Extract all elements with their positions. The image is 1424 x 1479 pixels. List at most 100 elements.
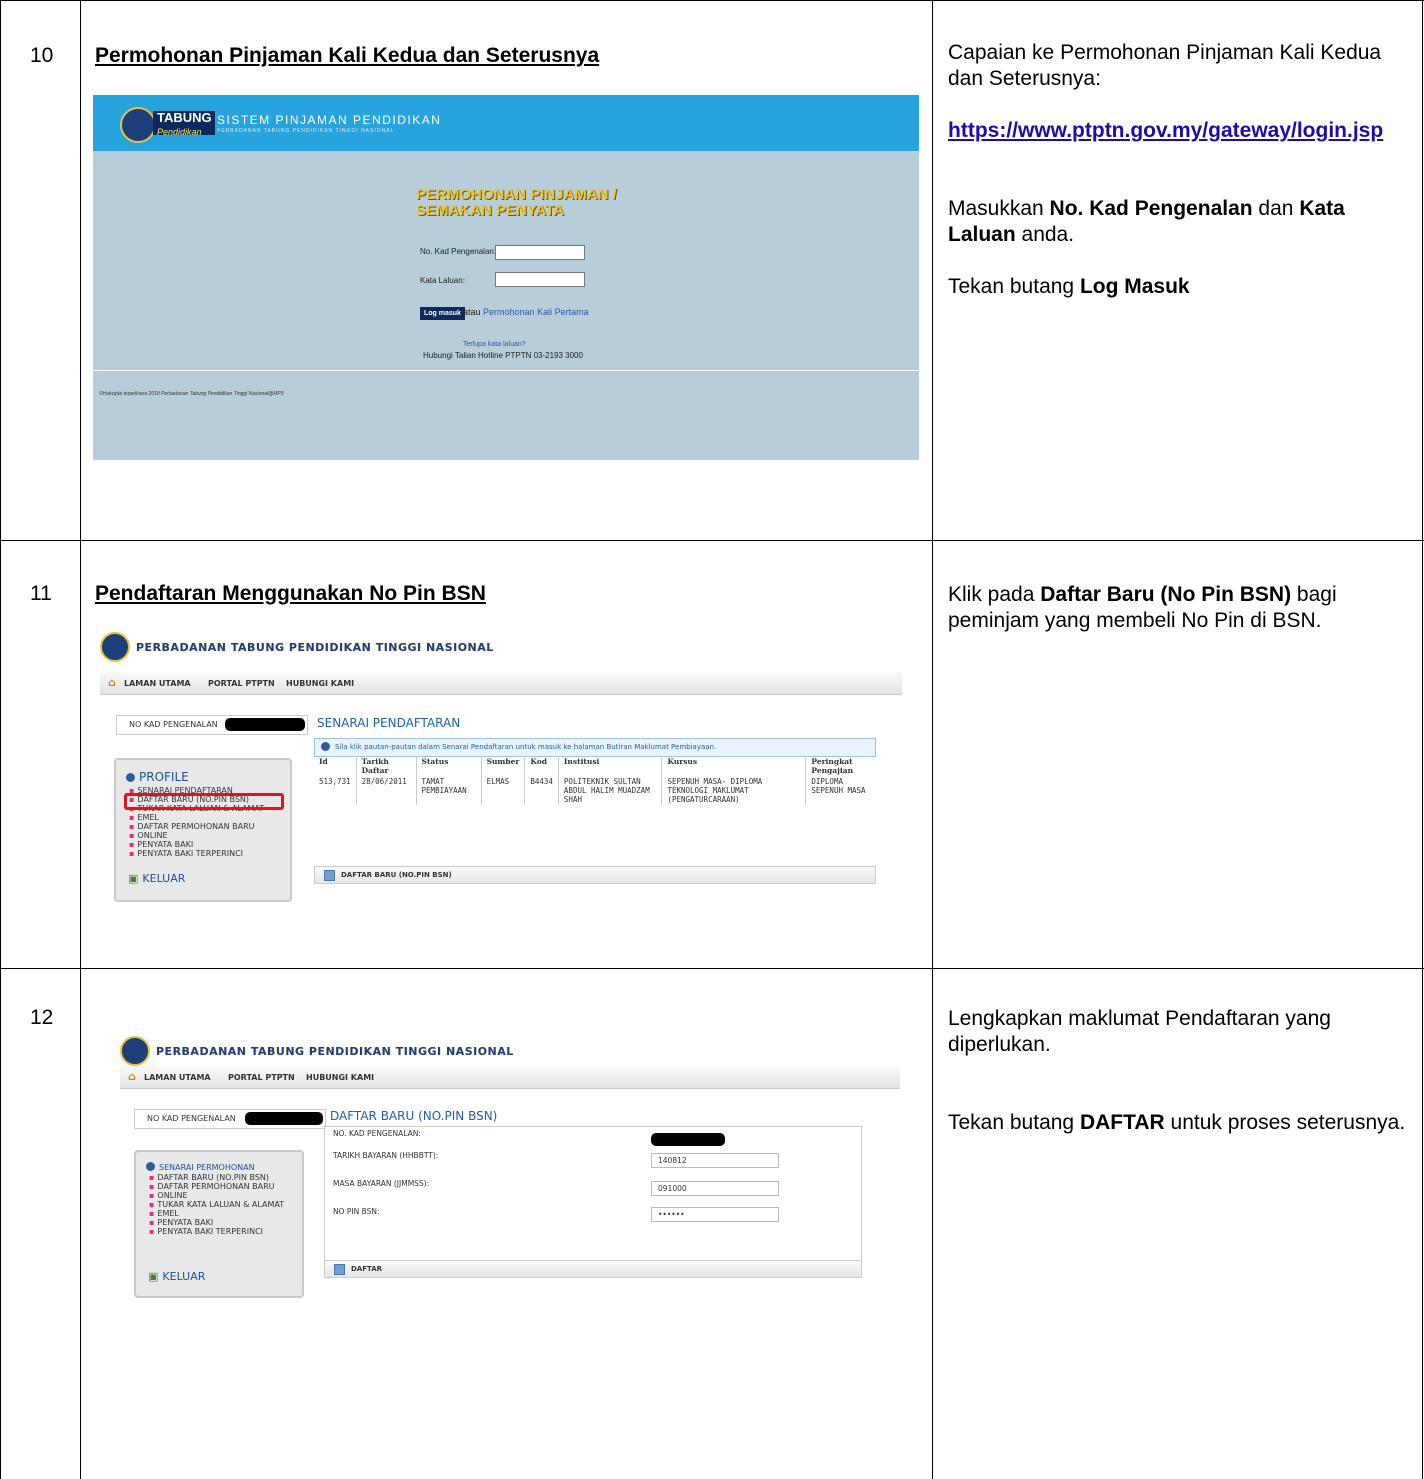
row-number: 10 xyxy=(30,44,54,67)
system-subtitle: PERBADANAN TABUNG PENDIDIKAN TINGGI NASI… xyxy=(217,128,395,134)
password-label: Kata Laluan: xyxy=(420,276,465,285)
cell-id[interactable]: 513,731 xyxy=(314,776,357,805)
nav-home[interactable]: LAMAN UTAMA xyxy=(144,1073,211,1082)
cell-sumber: ELMAS xyxy=(481,776,526,805)
section-title: DAFTAR BARU (NO.PIN BSN) xyxy=(330,1109,498,1123)
registration-list-screenshot: PERBADANAN TABUNG PENDIDIKAN TINGGI NASI… xyxy=(100,630,902,930)
ptptn-logo-icon xyxy=(120,1036,150,1066)
table-header: Id Tarikh Daftar Status Sumber Kod Insti… xyxy=(314,756,874,776)
ic-display: NO KAD PENGENALAN xyxy=(116,715,308,735)
info-icon xyxy=(321,742,330,751)
redacted-ic xyxy=(651,1133,725,1146)
ic-label: NO KAD PENGENALAN xyxy=(129,720,218,729)
date-field-label: TARIKH BAYARAN (HHBBTT): xyxy=(333,1151,439,1160)
hotline-text: Hubungi Talian Hotline PTPTN 03-2193 300… xyxy=(423,351,583,360)
menu-tukar-cont[interactable]: EMEL xyxy=(149,1209,284,1218)
time-input[interactable]: 091000 xyxy=(651,1181,779,1196)
senarai-heading[interactable]: SENARAI PERMOHONAN xyxy=(146,1162,255,1172)
date-input[interactable]: 140812 xyxy=(651,1153,779,1168)
nav-contact[interactable]: HUBUNGI KAMI xyxy=(286,679,354,688)
row-12-instructions: Lengkapkan maklumat Pendaftaran yang dip… xyxy=(948,1006,1408,1136)
login-heading: PERMOHONAN PINJAMAN / SEMAKAN PENYATA xyxy=(416,186,617,219)
menu-daftar-permohonan-cont[interactable]: ONLINE xyxy=(149,1191,284,1200)
nav-home[interactable]: LAMAN UTAMA xyxy=(124,679,191,688)
logout-link[interactable]: KELUAR xyxy=(148,1270,205,1283)
menu-penyata[interactable]: PENYATA BAKI xyxy=(129,840,264,849)
copyright-text: ©Hakcipta terpelihara 2018 Perbadanan Ta… xyxy=(99,391,284,397)
time-field-label: MASA BAYARAN (JJMMSS): xyxy=(333,1179,430,1188)
daftar-button[interactable]: DAFTAR xyxy=(324,1260,862,1278)
document-icon xyxy=(334,1264,345,1275)
menu-penyata[interactable]: PENYATA BAKI xyxy=(149,1218,284,1227)
nav-portal[interactable]: PORTAL PTPTN xyxy=(208,679,275,688)
col-id: Id xyxy=(314,756,357,776)
col-peringkat: Peringkat Pengajian xyxy=(811,757,854,775)
registration-form: NO. KAD PENGENALAN: TARIKH BAYARAN (HHBB… xyxy=(324,1126,862,1262)
row-title: Permohonan Pinjaman Kali Kedua dan Seter… xyxy=(95,44,600,67)
nav-bar: ⌂ LAMAN UTAMA PORTAL PTPTN HUBUNGI KAMI xyxy=(100,672,902,695)
cell-kursus: SEPENUH MASA- DIPLOMA TEKNOLOGI MAKLUMAT… xyxy=(661,776,807,805)
gateway-link[interactable]: https://www.ptptn.gov.my/gateway/login.j… xyxy=(948,119,1383,142)
table-row[interactable]: 513,731 28/06/2011 TAMAT PEMBIAYAAN ELMA… xyxy=(314,776,874,805)
col-tarikh: Tarikh Daftar xyxy=(356,756,417,776)
divider xyxy=(93,370,919,371)
sidebar: PROFILE SENARAI PENDAFTARAN DAFTAR BARU … xyxy=(114,758,292,902)
ptptn-logo-icon xyxy=(120,107,156,143)
add-document-icon xyxy=(324,870,335,881)
row-10-instructions: Capaian ke Permohonan Pinjaman Kali Kedu… xyxy=(948,40,1408,300)
menu-daftar-permohonan[interactable]: DAFTAR PERMOHONAN BARU xyxy=(149,1182,284,1191)
brand-title: PERBADANAN TABUNG PENDIDIKAN TINGGI NASI… xyxy=(156,1045,514,1058)
pin-field-label: NO PIN BSN: xyxy=(333,1207,380,1216)
ic-label: NO KAD PENGENALAN xyxy=(147,1114,236,1123)
cell-institusi: POLITEKNIK SULTAN ABDUL HALIM MUADZAM SH… xyxy=(558,776,663,805)
redacted-ic xyxy=(245,1112,323,1125)
info-icon xyxy=(126,773,135,782)
highlight-box xyxy=(124,793,284,810)
ic-input[interactable] xyxy=(495,245,585,260)
info-icon xyxy=(146,1162,155,1171)
section-title: SENARAI PENDAFTARAN xyxy=(317,716,461,730)
ic-field-label: NO. KAD PENGENALAN: xyxy=(333,1129,421,1138)
cell-kod: B4434 xyxy=(524,776,559,805)
cell-tarikh: 28/06/2011 xyxy=(356,776,417,805)
col-kursus: Kursus xyxy=(661,756,807,776)
menu-penyata-terperinci[interactable]: PENYATA BAKI TERPERINCI xyxy=(149,1227,284,1236)
col-kod: Kod xyxy=(524,756,559,776)
nav-bar: ⌂ LAMAN UTAMA PORTAL PTPTN HUBUNGI KAMI xyxy=(120,1066,900,1089)
nav-contact[interactable]: HUBUNGI KAMI xyxy=(306,1073,374,1082)
password-input[interactable] xyxy=(495,272,585,287)
menu-daftar-baru[interactable]: DAFTAR BARU (NO.PIN BSN) xyxy=(149,1173,284,1182)
row-title: Pendaftaran Menggunakan No Pin BSN xyxy=(95,582,486,605)
logout-link[interactable]: KELUAR xyxy=(128,872,185,885)
first-app-link[interactable]: Permohonan Kali Pertama xyxy=(483,307,589,317)
ic-label: No. Kad Pengenalan: xyxy=(420,247,497,256)
col-status: Status xyxy=(416,756,482,776)
col-institusi: Institusi xyxy=(558,756,663,776)
cell-status: TAMAT PEMBIAYAAN xyxy=(416,776,482,805)
row-11-instructions: Klik pada Daftar Baru (No Pin BSN) bagi … xyxy=(948,583,1337,632)
registration-table: Id Tarikh Daftar Status Sumber Kod Insti… xyxy=(314,756,874,805)
profile-heading[interactable]: PROFILE xyxy=(126,770,189,784)
cell-peringkat: DIPLOMA SEPENUH MASA xyxy=(811,777,866,795)
row-number: 11 xyxy=(30,582,52,605)
redacted-ic xyxy=(225,718,305,731)
menu-penyata-terperinci[interactable]: PENYATA BAKI TERPERINCI xyxy=(129,849,264,858)
sidebar-menu: DAFTAR BARU (NO.PIN BSN) DAFTAR PERMOHON… xyxy=(149,1173,284,1236)
login-button[interactable]: Log masuk xyxy=(420,307,465,320)
brand-title: PERBADANAN TABUNG PENDIDIKAN TINGGI NASI… xyxy=(136,641,494,654)
login-screenshot: TABUNG Pendidikan SISTEM PINJAMAN PENDIDI… xyxy=(93,95,919,460)
menu-daftar-permohonan-cont[interactable]: ONLINE xyxy=(129,831,264,840)
menu-daftar-permohonan[interactable]: DAFTAR PERMOHONAN BARU xyxy=(129,822,264,831)
daftar-baru-bar[interactable]: DAFTAR BARU (NO.PIN BSN) xyxy=(314,866,876,884)
nav-portal[interactable]: PORTAL PTPTN xyxy=(228,1073,295,1082)
sidebar: SENARAI PERMOHONAN DAFTAR BARU (NO.PIN B… xyxy=(134,1150,304,1298)
pin-input[interactable]: •••••• xyxy=(651,1207,779,1222)
menu-tukar[interactable]: TUKAR KATA LALUAN & ALAMAT xyxy=(149,1200,284,1209)
info-banner: Sila klik pautan-pautan dalam Senarai Pe… xyxy=(314,738,876,757)
instruction-text: Lengkapkan maklumat Pendaftaran yang dip… xyxy=(948,1007,1331,1056)
home-icon: ⌂ xyxy=(128,1070,136,1083)
first-app-text: atau Permohonan Kali Pertama xyxy=(463,307,589,317)
col-sumber: Sumber xyxy=(481,756,526,776)
forgot-password-link[interactable]: Terlupa kata laluan? xyxy=(463,341,526,348)
menu-tukar-cont[interactable]: EMEL xyxy=(129,813,264,822)
